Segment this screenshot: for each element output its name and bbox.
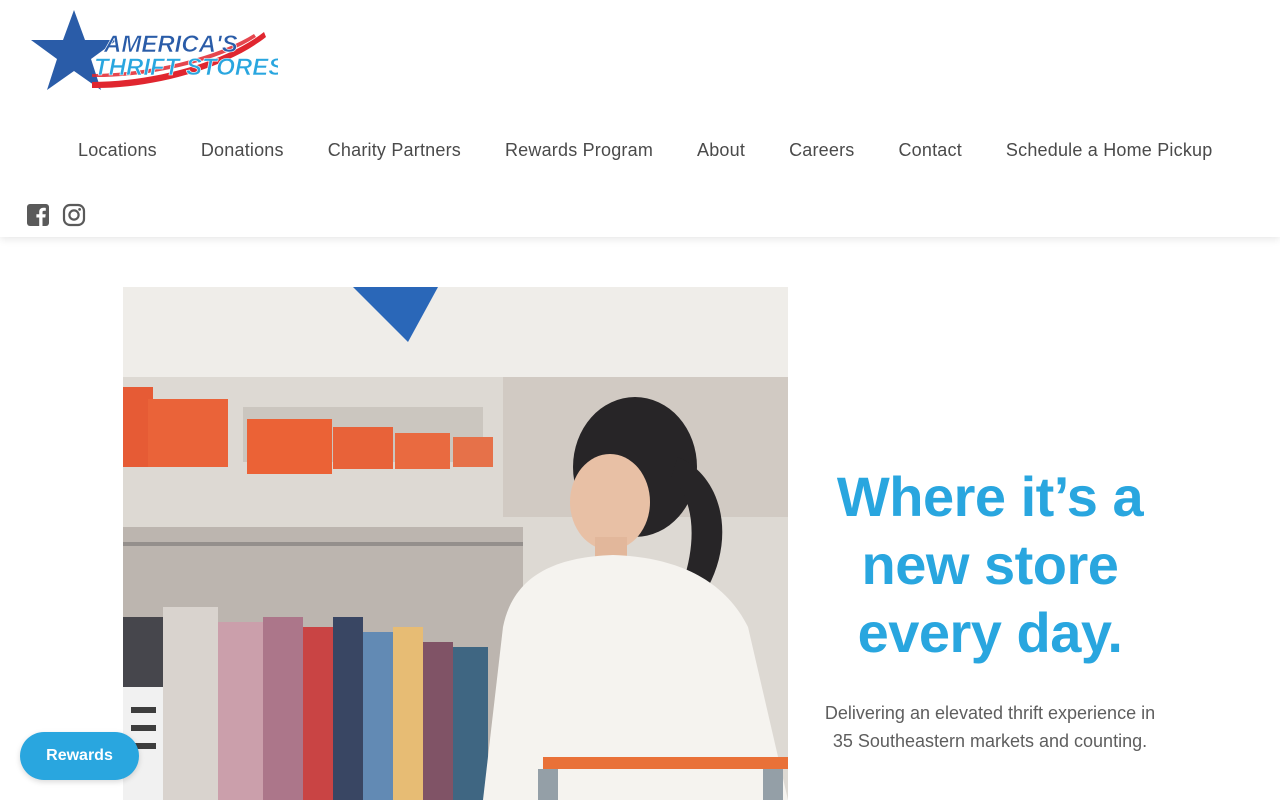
hero-subtext: Delivering an elevated thrift experience… bbox=[824, 703, 1156, 751]
social-links bbox=[26, 203, 86, 227]
nav-item-careers[interactable]: Careers bbox=[767, 132, 876, 169]
hero-section: Where it’s a new store every day. Delive… bbox=[0, 237, 1280, 800]
logo-text-line2: THRIFT STORES bbox=[94, 54, 278, 81]
nav-item-schedule-pickup[interactable]: Schedule a Home Pickup bbox=[984, 132, 1235, 169]
hero-photo bbox=[123, 287, 788, 800]
nav-item-about[interactable]: About bbox=[675, 132, 767, 169]
site-logo[interactable]: AMERICA'S THRIFT STORES bbox=[28, 8, 278, 96]
rewards-button[interactable]: Rewards bbox=[20, 732, 139, 780]
main-nav: Locations Donations Charity Partners Rew… bbox=[56, 130, 1236, 170]
facebook-icon[interactable] bbox=[26, 203, 50, 227]
nav-item-locations[interactable]: Locations bbox=[56, 132, 179, 169]
instagram-icon[interactable] bbox=[62, 203, 86, 227]
hero-headline: Where it’s a new store every day. bbox=[836, 465, 1144, 664]
nav-item-contact[interactable]: Contact bbox=[876, 132, 983, 169]
site-header: AMERICA'S THRIFT STORES Locations Donati… bbox=[0, 0, 1280, 237]
nav-item-charity-partners[interactable]: Charity Partners bbox=[306, 132, 483, 169]
nav-item-rewards-program[interactable]: Rewards Program bbox=[483, 132, 675, 169]
nav-item-donations[interactable]: Donations bbox=[179, 132, 306, 169]
